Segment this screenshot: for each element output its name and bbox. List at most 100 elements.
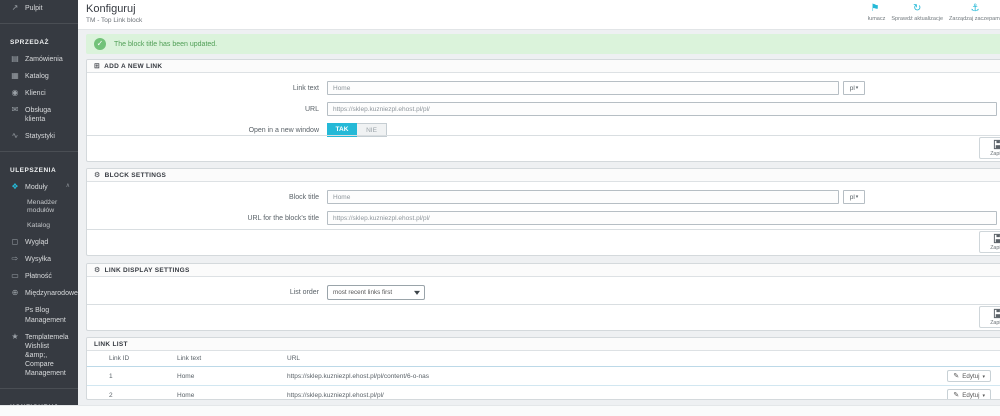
save-button-label: Zapisz	[990, 320, 1000, 326]
sidebar-item-label: Obsługa klienta	[25, 106, 52, 123]
sidebar-item-label: Katalog	[25, 72, 49, 80]
sidebar-item-label: Menadżer modułów	[27, 198, 58, 215]
sidebar-item-label: Templatemela Wishlist &amp;, Compare Man…	[25, 333, 69, 378]
column-link-text: Link text	[171, 351, 281, 367]
sidebar-item-icon: ∿	[11, 131, 19, 140]
sidebar-item-platnosc[interactable]: ▭ Płatność	[0, 268, 78, 285]
sidebar-item-icon: ⇨	[11, 254, 19, 264]
toolbar-button-manage-hooks[interactable]: ⚓ Zarządzaj zaczepami	[946, 2, 1000, 29]
block-url-label: URL for the block's title	[247, 214, 320, 222]
language-dropdown[interactable]: pl ▾	[843, 81, 865, 95]
panel-link-list: LINK LIST Link ID Link text URL 1 Home h…	[86, 337, 1000, 400]
sidebar-item[interactable]	[0, 388, 78, 390]
toolbar-button-check-updates[interactable]: ↻ Sprawdź aktualizacje	[888, 2, 946, 29]
sidebar-item-katalog-modulow[interactable]: Katalog	[0, 219, 78, 234]
sidebar-item-label: Wysyłka	[25, 256, 51, 264]
panel-display-header: ⚙ LINK DISPLAY SETTINGS	[87, 264, 1000, 277]
panel-title: LINK LIST	[94, 340, 128, 348]
sidebar-item-label: Międzynarodowe	[25, 290, 78, 298]
sidebar-item-label: Wygląd	[25, 239, 49, 247]
sidebar-item-wyglad[interactable]: ◻ Wygląd	[0, 234, 78, 251]
sidebar-item-label: Zamówienia	[25, 55, 63, 63]
block-url-input[interactable]	[327, 211, 997, 225]
sidebar-item-miedzynarodowe[interactable]: ⊕ Międzynarodowe	[0, 285, 78, 302]
save-icon	[993, 139, 1000, 150]
edit-icon	[953, 391, 959, 399]
sidebar-item-label: Katalog	[27, 222, 51, 230]
sidebar-item-menadzer-modulow[interactable]: Menadżer modułów	[0, 196, 78, 220]
url-input[interactable]	[327, 102, 997, 116]
sidebar-item-klienci[interactable]: ◉ Klienci	[0, 85, 78, 102]
sidebar: ↗ Pulpit SPRZEDAŻ ▤ Zamówienia ▦ Katalog	[0, 0, 78, 405]
panel-footer: Zapisz	[87, 135, 1000, 161]
link-text-input[interactable]	[327, 81, 839, 95]
sidebar-item-katalog[interactable]: ▦ Katalog	[0, 68, 78, 85]
save-button[interactable]: Zapisz	[979, 231, 1000, 253]
panel-title: BLOCK SETTINGS	[104, 171, 167, 179]
header-toolbar: ← Wstecz ⚑ Tłumacz ↻ Sprawdź aktualizacj…	[868, 2, 1000, 29]
sidebar-item-label: Moduły	[25, 183, 48, 191]
sidebar-item-label: Klienci	[25, 89, 46, 97]
link-text-label: Link text	[292, 84, 319, 92]
list-order-label: List order	[289, 288, 319, 296]
toolbar-button-label: Sprawdź aktualizacje	[891, 16, 944, 22]
sidebar-item-label: SPRZEDAŻ	[10, 39, 50, 47]
sidebar-item-ps-blog-management[interactable]: Ps Blog Management	[0, 302, 78, 328]
sidebar-item-icon: ⊕	[11, 288, 19, 298]
sidebar-item[interactable]: ULEPSZENIA	[0, 158, 78, 178]
alert-message: The block title has been updated.	[114, 40, 218, 48]
chevron-down-icon: ▾	[855, 194, 859, 200]
link-list-table: Link ID Link text URL 1 Home https://skl…	[87, 351, 1000, 399]
cell-link-id: 2	[87, 385, 171, 399]
cell-link-id: 1	[87, 366, 171, 386]
save-button[interactable]: Zapisz	[979, 137, 1000, 159]
sidebar-item-statystyki[interactable]: ∿ Statystyki	[0, 128, 78, 145]
sidebar-item-label: Statystyki	[25, 133, 55, 140]
toolbar-button-icon: ⚑	[870, 3, 880, 14]
sidebar-item-zamowienia[interactable]: ▤ Zamówienia	[0, 51, 78, 68]
edit-button[interactable]: Edytuj	[947, 370, 991, 382]
sidebar-item[interactable]	[0, 23, 78, 25]
toolbar-button-translate[interactable]: ⚑ Tłumacz	[868, 2, 888, 29]
panel-list-header: LINK LIST	[87, 338, 1000, 351]
sidebar-item-icon: ★	[11, 331, 19, 341]
chevron-down-icon	[982, 392, 985, 399]
language-dropdown[interactable]: pl ▾	[843, 190, 865, 204]
chevron-down-icon: ▾	[413, 287, 421, 297]
save-button[interactable]: Zapisz	[979, 306, 1000, 328]
list-order-select[interactable]: most recent links first ▾	[327, 284, 425, 300]
sidebar-item-templatemela-wishlist[interactable]: ★ Templatemela Wishlist &amp;, Compare M…	[0, 329, 78, 382]
url-label: URL	[304, 105, 319, 113]
success-alert: ✓ The block title has been updated.	[86, 34, 1000, 54]
column-actions	[929, 351, 1000, 367]
edit-button-label: Edytuj	[962, 372, 980, 380]
panel-add-header: ⊞ ADD A NEW LINK	[87, 60, 1000, 73]
table-row: 2 Home https://sklep.kuzniezpl.ehost.pl/…	[87, 385, 1000, 399]
sidebar-item-wysylka[interactable]: ⇨ Wysyłka	[0, 251, 78, 268]
cell-url: https://sklep.kuzniezpl.ehost.pl/pl/	[281, 385, 929, 399]
save-icon	[993, 233, 1000, 244]
table-header-row: Link ID Link text URL	[87, 351, 1000, 367]
save-button-label: Zapisz	[990, 245, 1000, 251]
sidebar-item-pulpit[interactable]: ↗ Pulpit	[0, 0, 78, 17]
toolbar-button-icon: ↻	[913, 3, 922, 14]
sidebar-item-icon: ❖	[11, 181, 19, 191]
sidebar-item-obsluga-klienta[interactable]: ✉ Obsługa klienta	[0, 102, 78, 128]
sidebar-item[interactable]: KONFIGURUJ	[0, 395, 78, 405]
sidebar-item[interactable]	[0, 151, 78, 153]
gear-icon: ⚙	[94, 172, 101, 179]
edit-button[interactable]: Edytuj	[947, 389, 991, 399]
edit-icon	[953, 372, 959, 380]
panel-block-header: ⚙ BLOCK SETTINGS	[87, 169, 1000, 182]
block-title-input[interactable]	[327, 190, 839, 204]
panel-footer: Zapisz	[87, 229, 1000, 255]
sidebar-item-moduly[interactable]: ❖ Moduły ∧	[0, 179, 78, 196]
gears-icon: ⚙	[94, 267, 101, 274]
language-code: pl	[849, 84, 855, 92]
panel-footer: Zapisz	[87, 304, 1000, 330]
chevron-down-icon	[982, 373, 985, 380]
panel-title: ADD A NEW LINK	[104, 62, 163, 70]
sidebar-item[interactable]: SPRZEDAŻ	[0, 30, 78, 50]
chevron-down-icon: ▾	[855, 85, 859, 91]
page-subtitle: TM - Top Link block	[86, 17, 143, 24]
